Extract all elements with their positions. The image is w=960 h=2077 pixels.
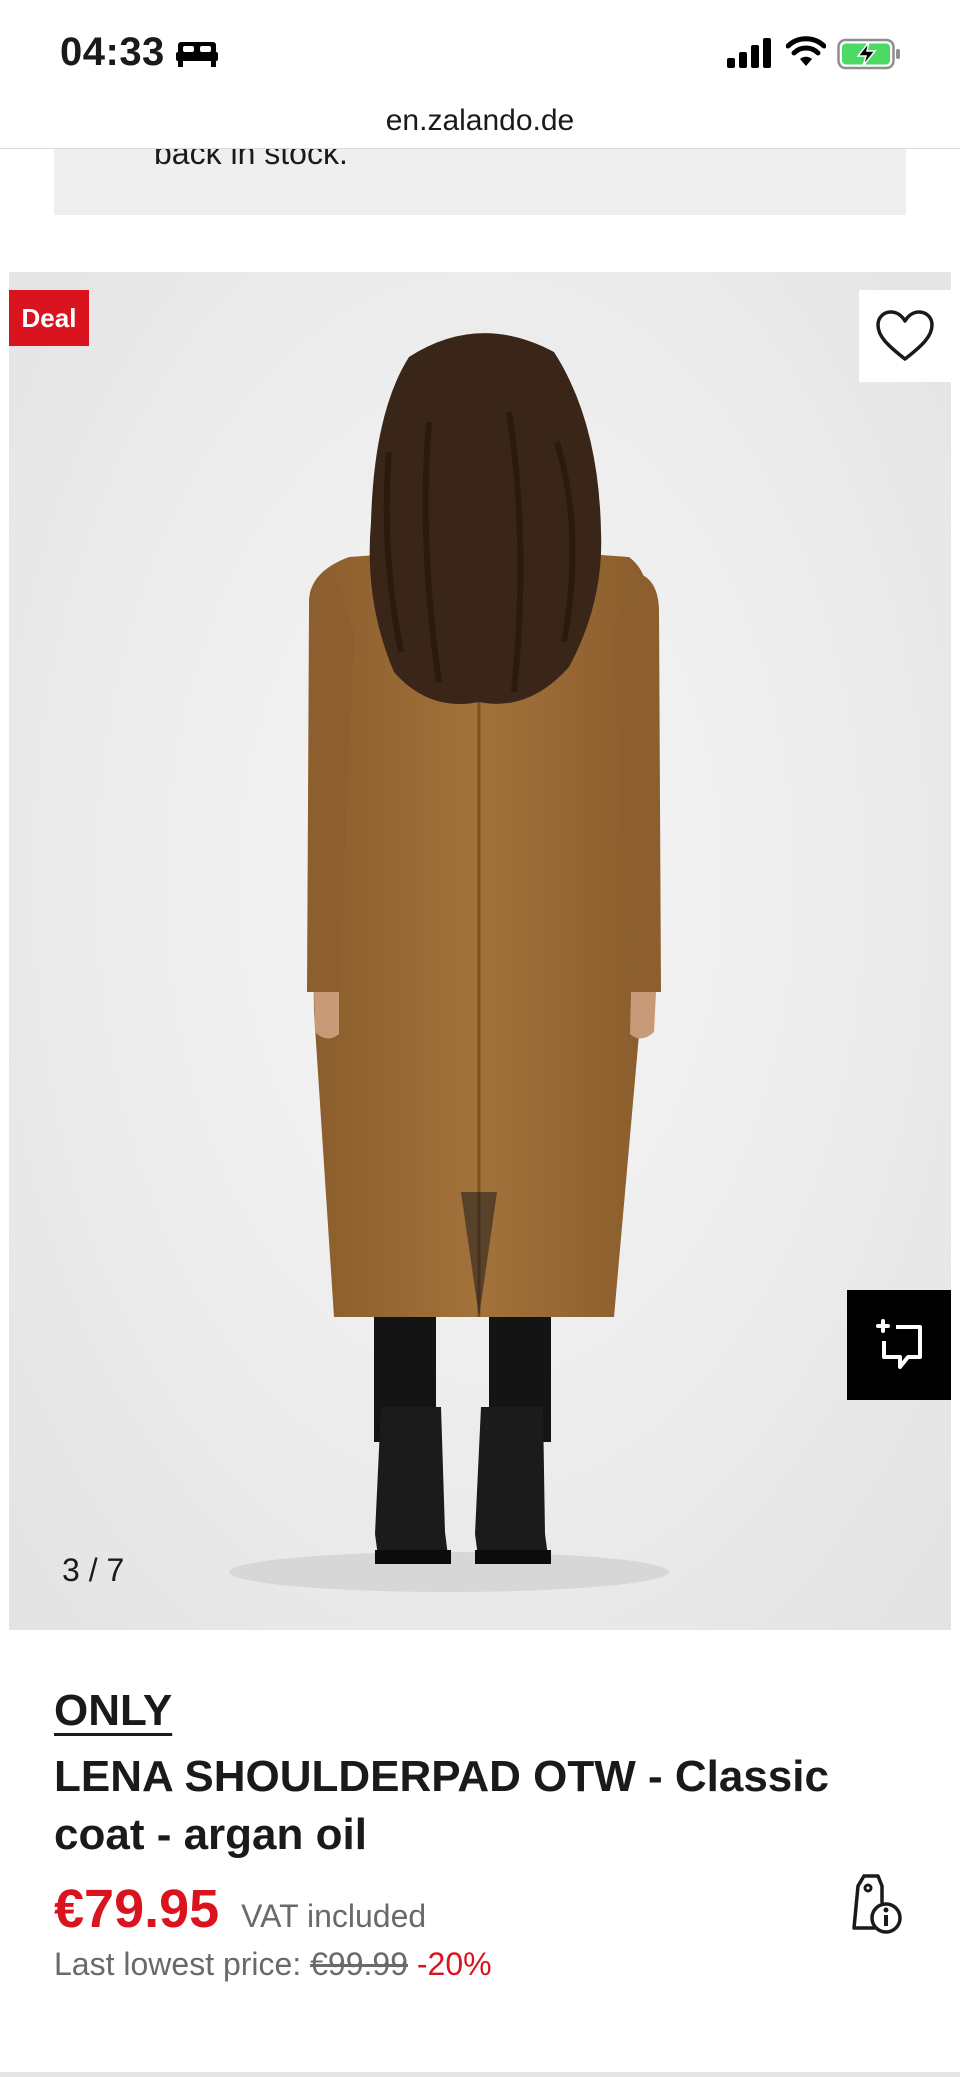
status-time: 04:33	[60, 30, 165, 74]
heart-icon	[876, 310, 934, 361]
status-bar: 04:33	[0, 0, 960, 110]
ar-view-button[interactable]	[847, 1290, 951, 1400]
bed-icon	[176, 42, 218, 67]
battery-charging-icon	[837, 38, 900, 70]
product-image-gallery[interactable]: Deal 3 / 7	[9, 272, 951, 1630]
address-bar[interactable]: en.zalando.de	[0, 96, 960, 149]
discount-percent: -20%	[416, 1946, 492, 1982]
product-photo	[229, 333, 669, 1592]
stock-notice: back in stock.	[54, 149, 906, 215]
wishlist-button[interactable]	[859, 290, 951, 382]
current-price: €79.95	[54, 1879, 220, 1939]
product-title: LENA SHOULDERPAD OTW - Classic coat - ar…	[54, 1752, 829, 1859]
bottom-divider	[0, 2072, 960, 2077]
brand-link[interactable]: ONLY	[54, 1686, 172, 1736]
vat-note: VAT included	[241, 1898, 427, 1934]
image-counter: 3 / 7	[62, 1552, 125, 1588]
lowest-price-label: Last lowest price:	[54, 1946, 302, 1982]
url-text: en.zalando.de	[385, 104, 575, 137]
price-row: €79.95 VAT included	[54, 1878, 426, 1940]
lowest-price-row: Last lowest price: €99.99 -20%	[54, 1946, 492, 1983]
ar-view-icon	[876, 1319, 922, 1369]
signal-icon	[727, 38, 771, 68]
wifi-icon	[786, 36, 826, 66]
old-price: €99.99	[310, 1946, 408, 1982]
price-tag-info-icon[interactable]	[844, 1872, 904, 1936]
stock-notice-text: back in stock.	[154, 149, 348, 171]
deal-badge: Deal	[9, 290, 89, 346]
